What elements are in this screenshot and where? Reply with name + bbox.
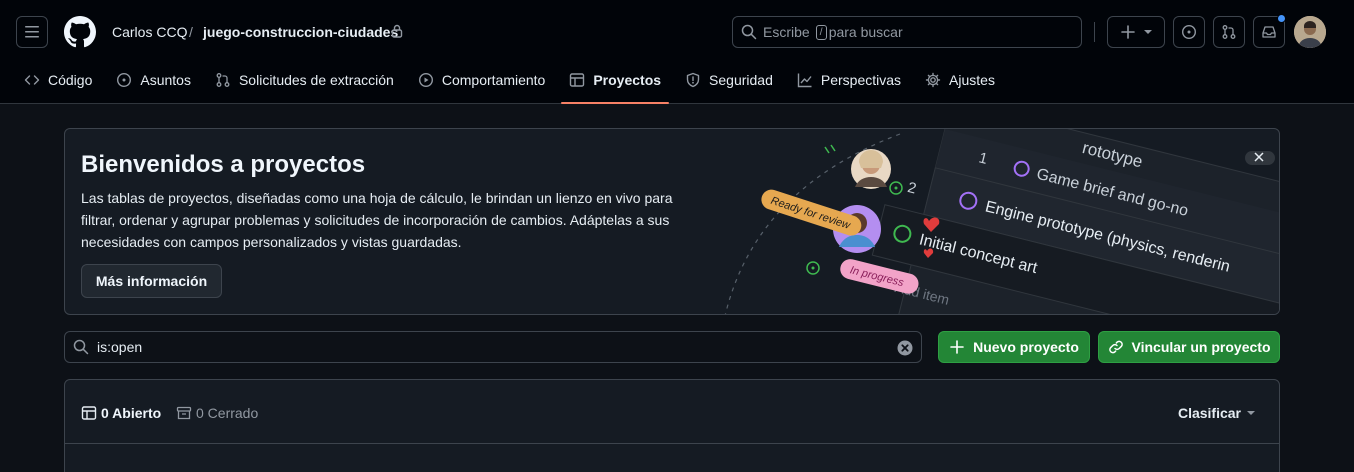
link-project-label: Vincular un proyecto <box>1131 339 1271 355</box>
closed-projects-filter[interactable]: 0 Cerrado <box>176 405 258 421</box>
search-placeholder-suffix: para buscar <box>828 24 903 40</box>
tab-security[interactable]: Seguridad <box>677 64 781 96</box>
tab-code[interactable]: Código <box>16 64 100 96</box>
code-icon <box>24 75 40 85</box>
new-project-label: Nuevo proyecto <box>973 339 1079 355</box>
learn-more-button[interactable]: Más información <box>81 264 222 298</box>
link-icon <box>1108 340 1123 354</box>
illus-row2-num: 2 <box>906 179 918 198</box>
banner-description: Las tablas de proyectos, diseñadas como … <box>81 190 673 250</box>
breadcrumb-repo[interactable]: juego-construccion-ciudades <box>203 24 398 40</box>
search-icon <box>73 339 89 355</box>
hamburger-menu-button[interactable] <box>16 16 48 48</box>
plus-icon <box>1121 25 1135 39</box>
table-icon <box>81 406 97 420</box>
tab-code-label: Código <box>48 72 93 88</box>
top-header: Carlos CCQ / juego-construccion-ciudades… <box>0 0 1354 104</box>
banner-title: Bienvenidos a proyectos <box>81 151 366 178</box>
projects-list: 0 Abierto 0 Cerrado Clasificar <box>64 379 1280 472</box>
tab-settings[interactable]: Ajustes <box>917 64 1003 96</box>
open-count-label: 0 Abierto <box>101 405 162 421</box>
open-projects-filter[interactable]: 0 Abierto <box>81 405 161 421</box>
tab-insights[interactable]: Perspectivas <box>789 64 909 96</box>
search-placeholder-prefix: Escribe <box>763 24 810 40</box>
tab-pull-requests-label: Solicitudes de extracción <box>238 72 394 88</box>
new-project-button[interactable]: Nuevo proyecto <box>938 331 1090 363</box>
lock-icon <box>391 24 403 38</box>
breadcrumb-owner[interactable]: Carlos CCQ <box>112 24 187 40</box>
table-icon <box>570 73 585 87</box>
caret-down-icon <box>1247 411 1255 415</box>
shield-icon <box>686 72 700 88</box>
gear-icon <box>925 72 941 88</box>
create-new-button[interactable] <box>1107 16 1165 48</box>
projects-list-header: 0 Abierto 0 Cerrado Clasificar <box>65 380 1279 444</box>
repo-tabs: Código Asuntos Solicitudes de extracción… <box>16 64 1011 104</box>
github-logo-icon[interactable] <box>64 16 96 48</box>
link-project-button[interactable]: Vincular un proyecto <box>1098 331 1280 363</box>
issue-icon <box>1181 24 1197 40</box>
notification-dot <box>1277 14 1286 23</box>
tab-issues-label: Asuntos <box>140 72 191 88</box>
breadcrumb-separator: / <box>189 24 193 40</box>
clear-filter-icon[interactable] <box>897 340 913 356</box>
tab-security-label: Seguridad <box>709 72 773 88</box>
archive-icon <box>176 406 192 420</box>
closed-count-label: 0 Cerrado <box>196 405 259 421</box>
caret-down-icon <box>1144 30 1152 34</box>
projects-illustration: rototype 1 Game brief and go-no 2 Engine… <box>724 129 1279 314</box>
filter-value: is:open <box>97 339 143 355</box>
tab-issues[interactable]: Asuntos <box>108 64 199 96</box>
projects-filter-input[interactable]: is:open <box>64 331 922 363</box>
user-avatar[interactable] <box>1294 16 1326 48</box>
issue-icon <box>117 72 132 88</box>
tab-projects-label: Proyectos <box>593 72 662 88</box>
sort-label: Clasificar <box>1177 405 1241 421</box>
header-divider <box>1094 22 1095 42</box>
plus-icon <box>950 340 964 354</box>
inbox-icon <box>1262 26 1276 38</box>
search-shortcut-key: / <box>815 24 827 40</box>
tab-projects[interactable]: Proyectos <box>561 64 669 104</box>
issues-button[interactable] <box>1173 16 1205 48</box>
graph-icon <box>797 73 812 88</box>
search-icon <box>741 24 757 40</box>
pull-request-icon <box>1222 25 1236 39</box>
play-icon <box>418 72 433 88</box>
tab-insights-label: Perspectivas <box>820 72 902 88</box>
pull-request-icon <box>216 73 230 87</box>
tab-pull-requests[interactable]: Solicitudes de extracción <box>207 64 402 96</box>
projects-welcome-banner: Bienvenidos a proyectos Las tablas de pr… <box>64 128 1280 315</box>
sort-dropdown[interactable]: Clasificar <box>1178 405 1255 421</box>
tab-actions-label: Comportamiento <box>441 72 546 88</box>
menu-icon <box>25 26 39 38</box>
pull-requests-button[interactable] <box>1213 16 1245 48</box>
tab-settings-label: Ajustes <box>949 72 995 88</box>
tab-actions[interactable]: Comportamiento <box>410 64 554 96</box>
search-input[interactable]: Escribe / para buscar <box>732 16 1082 48</box>
